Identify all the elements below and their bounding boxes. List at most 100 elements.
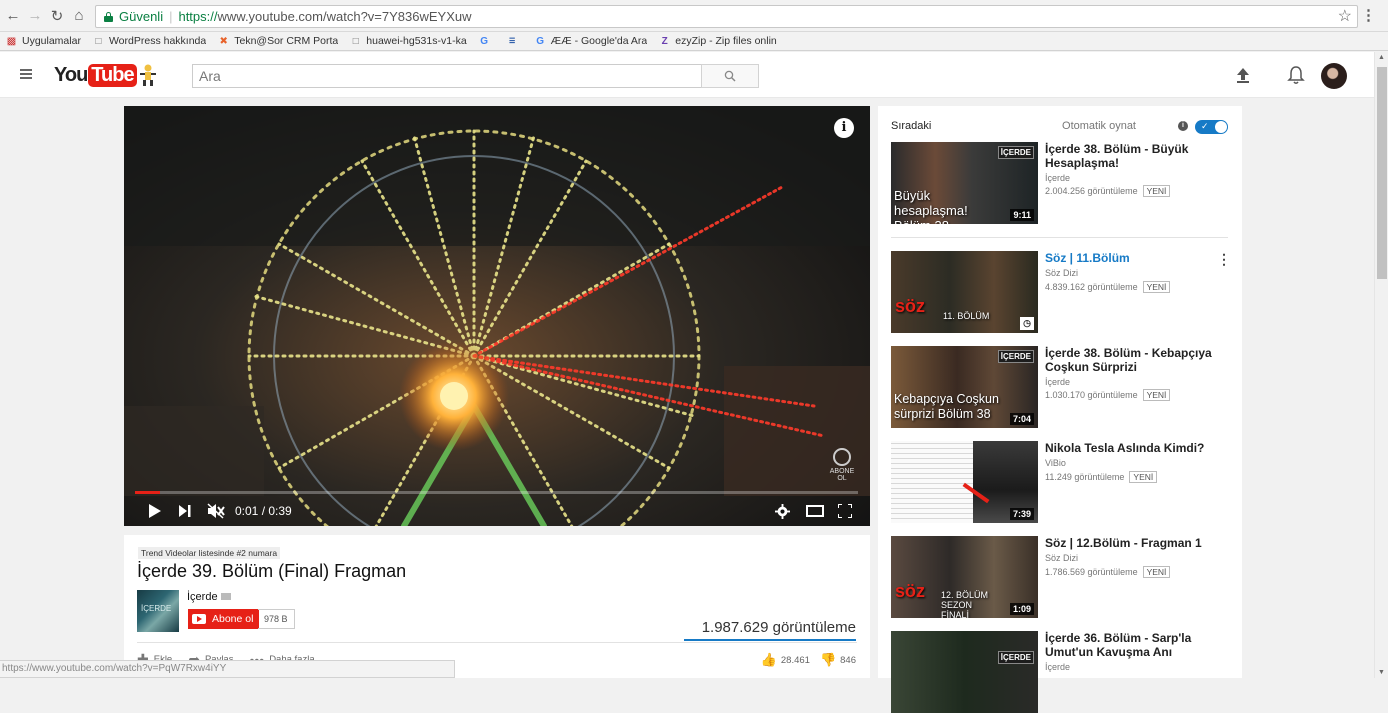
forward-icon[interactable]: → xyxy=(26,7,44,25)
more-options-icon[interactable]: ⋮ xyxy=(1217,251,1231,268)
channel-name[interactable]: İçerde xyxy=(187,591,231,603)
thumbnail-text: 12. BÖLÜM SEZON FİNALİ xyxy=(941,590,989,618)
thumbs-up-icon[interactable]: 👍 xyxy=(761,652,777,668)
video-meta: 2.004.256 görüntüleme YENİ xyxy=(1045,185,1171,197)
settings-gear-icon[interactable] xyxy=(775,503,790,519)
play-icon[interactable] xyxy=(148,504,161,518)
video-thumbnail[interactable]: İÇERDE Kebapçıya Coşkun sürprizi Bölüm 3… xyxy=(891,346,1038,428)
new-badge: YENİ xyxy=(1142,389,1171,401)
google-icon: G xyxy=(480,35,489,47)
like-count: 28.461 xyxy=(780,654,810,666)
secure-label: Güvenli xyxy=(119,9,164,24)
back-icon[interactable]: ← xyxy=(4,7,22,25)
duration: 7:04 xyxy=(1009,413,1034,425)
list-item[interactable]: söz 11. BÖLÜM ◷ Söz | 11.Bölüm Söz Dizi … xyxy=(891,251,1231,333)
video-title[interactable]: İçerde 38. Bölüm - Büyük Hesaplaşma! xyxy=(1045,142,1225,170)
video-meta: 11.249 görüntüleme YENİ xyxy=(1045,471,1158,483)
video-title[interactable]: Söz | 11.Bölüm xyxy=(1045,251,1225,265)
video-thumbnail[interactable]: İÇERDE Büyük hesaplaşma! Bölüm 38 9:11 xyxy=(891,142,1038,224)
info-card-icon[interactable]: i xyxy=(834,118,854,138)
bookmark-star-icon[interactable]: ☆ xyxy=(1338,6,1352,26)
address-bar[interactable]: Güvenli | https://www.youtube.com/watch?… xyxy=(95,5,1358,28)
video-channel[interactable]: Söz Dizi xyxy=(1045,268,1078,278)
home-icon[interactable]: ⌂ xyxy=(70,7,88,25)
scrollbar-thumb[interactable] xyxy=(1377,67,1387,279)
video-title[interactable]: İçerde 38. Bölüm - Kebapçıya Coşkun Sürp… xyxy=(1045,346,1225,374)
video-title[interactable]: İçerde 36. Bölüm - Sarp'la Umut'un Kavuş… xyxy=(1045,631,1225,659)
theater-mode-icon[interactable] xyxy=(806,505,824,517)
video-thumbnail[interactable]: söz 11. BÖLÜM ◷ xyxy=(891,251,1038,333)
progress-bar[interactable] xyxy=(135,491,858,494)
video-thumbnail[interactable]: söz 12. BÖLÜM SEZON FİNALİ 1:09 xyxy=(891,536,1038,618)
duration: 9:11 xyxy=(1010,209,1034,221)
list-item[interactable]: söz 12. BÖLÜM SEZON FİNALİ 1:09 Söz | 12… xyxy=(891,536,1231,618)
next-icon[interactable] xyxy=(179,505,191,517)
thumbs-down-icon[interactable]: 👎 xyxy=(820,652,836,668)
youtube-logo[interactable]: You Tube xyxy=(54,62,157,88)
bookmark-apps[interactable]: ▩ Uygulamalar xyxy=(6,35,81,47)
autoplay-info-icon[interactable]: i xyxy=(1178,121,1188,131)
video-player[interactable]: i ABONE OL 0:01 / 0:39 xyxy=(124,106,870,526)
show-logo-text: söz xyxy=(895,296,926,316)
video-thumbnail[interactable]: İÇERDE xyxy=(891,631,1038,713)
video-channel[interactable]: İçerde xyxy=(1045,662,1070,672)
joomla-icon: ✖ xyxy=(219,35,228,47)
bookmark-google-search[interactable]: G ÆÆ - Google'da Ara xyxy=(535,35,647,47)
divider xyxy=(137,642,857,643)
thumbnail-text: Büyük hesaplaşma! Bölüm 38 xyxy=(894,188,968,224)
bookmark-huawei[interactable]: □ huawei-hg531s-v1-ka xyxy=(350,35,467,47)
subscribe-button[interactable]: Abone ol xyxy=(188,609,260,629)
browser-menu-icon[interactable]: ⋮ xyxy=(1361,6,1376,24)
channel-thumbnail[interactable]: İÇERDE xyxy=(137,590,179,632)
video-frame[interactable] xyxy=(124,106,870,526)
show-logo-text: söz xyxy=(895,581,926,601)
subscriber-count: 978 B xyxy=(258,609,295,629)
video-channel[interactable]: İçerde xyxy=(1045,377,1070,387)
scroll-down-icon[interactable]: ▼ xyxy=(1378,669,1385,676)
search-input[interactable]: Ara xyxy=(192,64,702,88)
mute-icon[interactable] xyxy=(207,503,225,519)
bookmark-logo[interactable]: ☰ xyxy=(507,36,523,47)
trending-badge[interactable]: Trend Videolar listesinde #2 numara xyxy=(138,547,281,559)
view-count: 1.987.629 görüntüleme xyxy=(701,619,856,636)
video-channel[interactable]: İçerde xyxy=(1045,173,1070,183)
video-title[interactable]: Nikola Tesla Aslında Kimdi? xyxy=(1045,441,1225,455)
bookmark-teknosor[interactable]: ✖ Tekn@Sor CRM Porta xyxy=(218,35,339,47)
video-title: İçerde 39. Bölüm (Final) Fragman xyxy=(137,561,407,581)
video-channel[interactable]: Söz Dizi xyxy=(1045,553,1078,563)
bookmark-google[interactable]: G xyxy=(479,36,495,47)
guide-menu-icon[interactable] xyxy=(20,69,32,79)
up-next-sidebar: Sıradaki Otomatik oynat i ✓ İÇERDE Büyük… xyxy=(878,106,1242,713)
url-text: www.youtube.com/watch?v=7Y836wEYXuw xyxy=(217,9,472,24)
autoplay-toggle[interactable]: ✓ xyxy=(1195,120,1228,134)
fullscreen-icon[interactable] xyxy=(838,504,852,518)
dislike-count: 846 xyxy=(840,654,856,666)
reload-icon[interactable]: ↻ xyxy=(48,7,66,25)
video-title[interactable]: Söz | 12.Bölüm - Fragman 1 xyxy=(1045,536,1225,550)
autoplay-label: Otomatik oynat xyxy=(1062,120,1136,132)
new-badge: YENİ xyxy=(1142,566,1171,578)
search-button[interactable] xyxy=(701,64,759,88)
notifications-bell-icon[interactable] xyxy=(1287,65,1305,85)
search-icon xyxy=(724,70,736,82)
scroll-up-icon[interactable]: ▲ xyxy=(1378,54,1385,61)
avatar[interactable] xyxy=(1321,63,1347,89)
watch-later-icon[interactable]: ◷ xyxy=(1020,317,1034,330)
google-icon: G xyxy=(536,35,545,47)
video-thumbnail[interactable]: 7:39 xyxy=(891,441,1038,523)
bookmark-wordpress[interactable]: □ WordPress hakkında xyxy=(93,35,206,47)
subscribe-watermark[interactable]: ABONE OL xyxy=(828,448,856,484)
video-meta: 1.030.170 görüntüleme YENİ xyxy=(1045,389,1171,401)
like-ratio-bar xyxy=(684,639,856,641)
list-item[interactable]: İÇERDE Kebapçıya Coşkun sürprizi Bölüm 3… xyxy=(891,346,1231,428)
list-item[interactable]: İÇERDE İçerde 36. Bölüm - Sarp'la Umut'u… xyxy=(891,631,1231,713)
status-bar-url: https://www.youtube.com/watch?v=PqW7Rxw4… xyxy=(0,660,455,678)
list-item[interactable]: 7:39 Nikola Tesla Aslında Kimdi? ViBio 1… xyxy=(891,441,1231,523)
list-item[interactable]: İÇERDE Büyük hesaplaşma! Bölüm 38 9:11 İ… xyxy=(891,142,1231,224)
video-channel[interactable]: ViBio xyxy=(1045,458,1066,468)
upload-icon[interactable] xyxy=(1235,66,1251,84)
video-meta: 4.839.162 görüntüleme YENİ xyxy=(1045,281,1171,293)
page-scrollbar[interactable]: ▲ ▼ xyxy=(1374,52,1388,678)
bookmark-ezyzip[interactable]: ZezyZip - Zip files onlin xyxy=(659,35,777,47)
player-controls: 0:01 / 0:39 xyxy=(124,496,870,526)
